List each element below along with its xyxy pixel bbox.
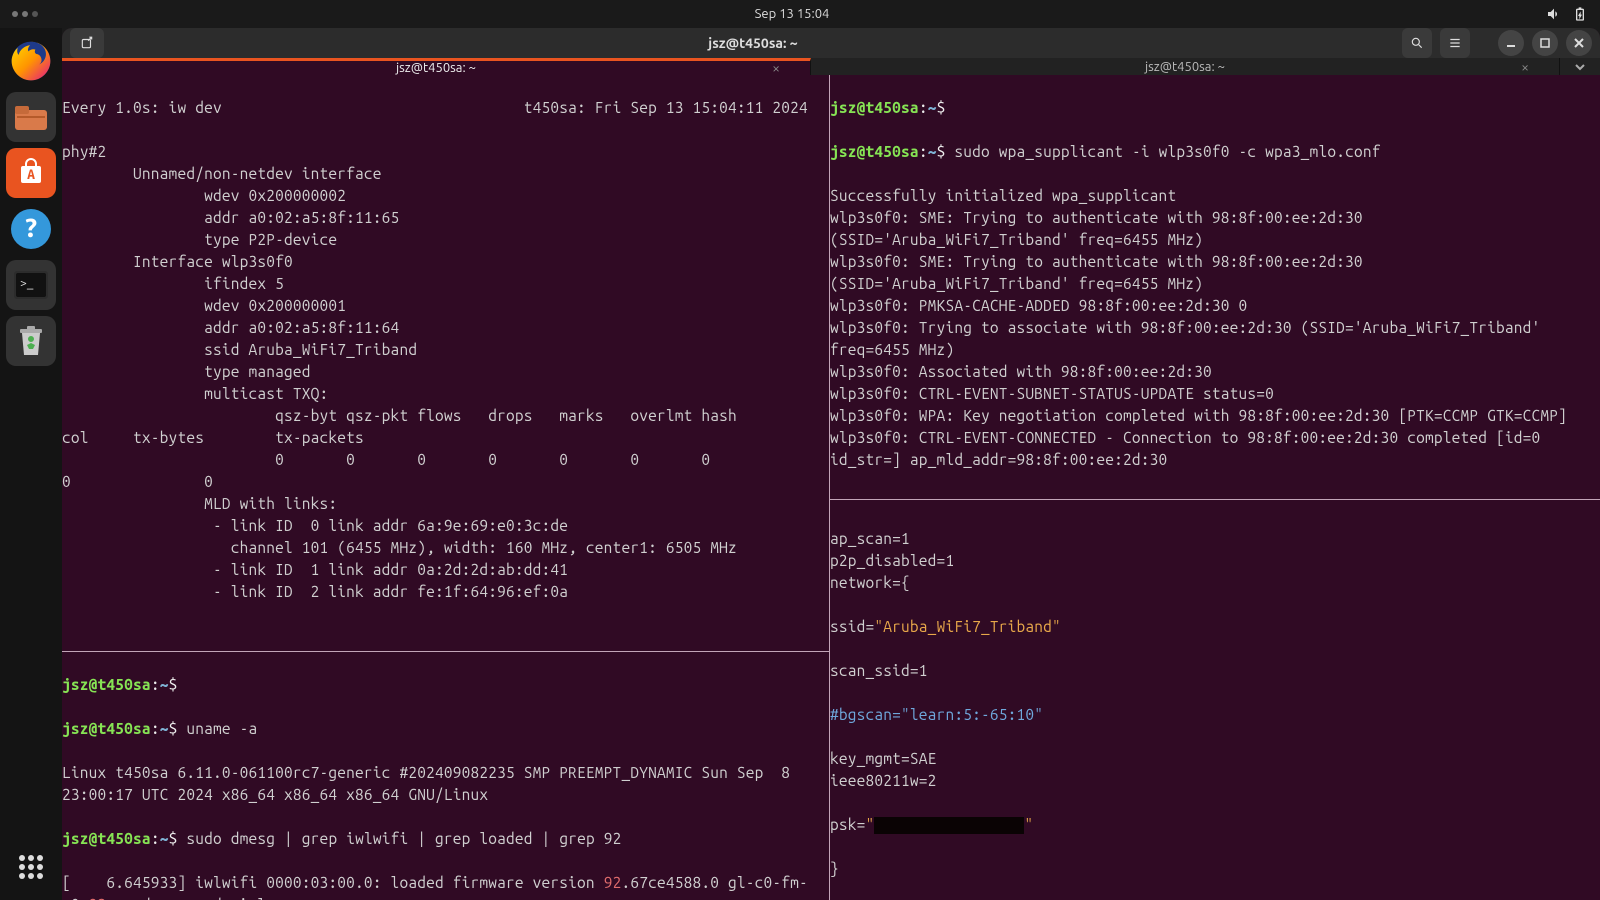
- dock-trash[interactable]: [6, 316, 56, 366]
- tab-close-icon[interactable]: ×: [1521, 59, 1529, 75]
- system-tray[interactable]: [1546, 6, 1588, 22]
- svg-text:A: A: [27, 166, 35, 182]
- tab-bar: jsz@t450sa: ~ × jsz@t450sa: ~ ×: [62, 58, 1600, 75]
- hamburger-button[interactable]: [1440, 28, 1470, 58]
- dock-show-apps[interactable]: [6, 842, 56, 892]
- chevron-down-icon: [1574, 61, 1586, 73]
- redacted-psk: [874, 817, 1024, 834]
- ubuntu-dock: A ? >_: [0, 28, 62, 900]
- close-button[interactable]: [1566, 30, 1592, 56]
- tab-label: jsz@t450sa: ~: [396, 61, 476, 75]
- gnome-top-bar: Sep 13 15:04: [0, 0, 1600, 28]
- dock-firefox[interactable]: [6, 36, 56, 86]
- tab-1[interactable]: jsz@t450sa: ~ ×: [811, 58, 1560, 75]
- tmux-left-pane[interactable]: Every 1.0s: iw dev t450sa: Fri Sep 13 15…: [62, 75, 830, 900]
- watch-output: Every 1.0s: iw dev t450sa: Fri Sep 13 15…: [62, 75, 829, 652]
- dock-terminal[interactable]: >_: [6, 260, 56, 310]
- minimize-button[interactable]: [1498, 30, 1524, 56]
- hamburger-icon: [1448, 36, 1462, 50]
- terminal-body[interactable]: Every 1.0s: iw dev t450sa: Fri Sep 13 15…: [62, 75, 1600, 900]
- search-icon: [1410, 36, 1424, 50]
- tab-0[interactable]: jsz@t450sa: ~ ×: [62, 58, 811, 75]
- activities-corner[interactable]: [12, 11, 38, 17]
- tmux-right-pane[interactable]: jsz@t450sa:~$ jsz@t450sa:~$ sudo wpa_sup…: [830, 75, 1600, 900]
- window-title: jsz@t450sa: ~: [112, 35, 1394, 51]
- dock-files[interactable]: [6, 92, 56, 142]
- tab-close-icon[interactable]: ×: [772, 60, 780, 76]
- titlebar: jsz@t450sa: ~: [62, 28, 1600, 58]
- shell-left[interactable]: jsz@t450sa:~$ jsz@t450sa:~$ uname -a Lin…: [62, 652, 829, 900]
- dock-help[interactable]: ?: [6, 204, 56, 254]
- dock-software[interactable]: A: [6, 148, 56, 198]
- maximize-button[interactable]: [1532, 30, 1558, 56]
- svg-text:?: ?: [24, 213, 39, 242]
- tab-expand-button[interactable]: [1560, 58, 1600, 75]
- svg-text:>_: >_: [20, 277, 34, 290]
- clock[interactable]: Sep 13 15:04: [38, 7, 1546, 21]
- new-tab-button[interactable]: [70, 28, 104, 58]
- volume-icon: [1546, 6, 1562, 22]
- terminal-window: jsz@t450sa: ~ jsz@t450sa: ~ × jsz@t450sa…: [62, 28, 1600, 900]
- search-button[interactable]: [1402, 28, 1432, 58]
- battery-icon: [1572, 6, 1588, 22]
- tab-label: jsz@t450sa: ~: [1145, 60, 1225, 74]
